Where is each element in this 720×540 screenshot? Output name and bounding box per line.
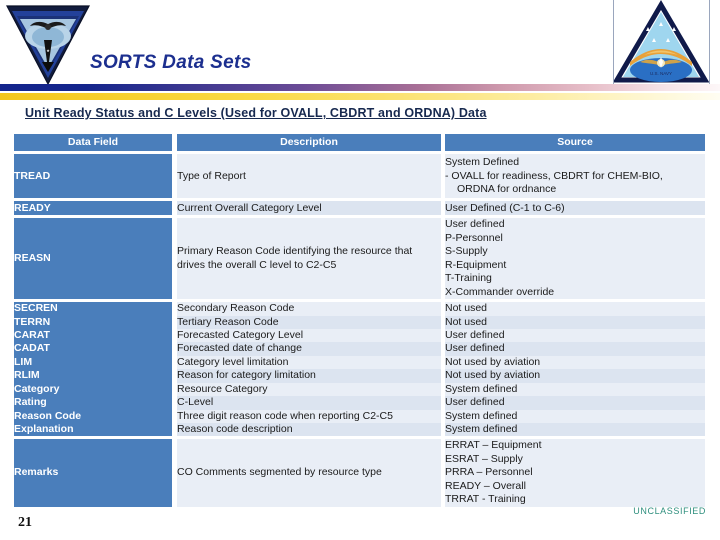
row-description: Forecasted date of change — [177, 342, 441, 356]
table-header-row: Data Field Description Source — [14, 134, 705, 152]
slide-header: ★ U.S. NAVY SORTS Data Sets — [0, 0, 720, 100]
row-field-label: TREAD — [14, 154, 172, 199]
source-line: T-Training — [445, 272, 492, 285]
column-header-description: Description — [177, 134, 441, 152]
row-source: Not used — [445, 302, 705, 316]
row-field-label: LIM — [14, 355, 172, 370]
column-header-data-field: Data Field — [14, 134, 172, 152]
row-source: User defined — [445, 396, 705, 410]
row-description: Secondary Reason Code — [177, 302, 441, 316]
source-line: R-Equipment — [445, 258, 507, 271]
source-line: READY – Overall — [445, 479, 526, 492]
page-title: SORTS Data Sets — [90, 52, 252, 73]
row-field-label: Explanation — [14, 423, 172, 437]
row-description: Type of Report — [177, 154, 441, 199]
table-row: CADAT Forecasted date of change User def… — [14, 342, 705, 356]
row-description: Reason for category limitation — [177, 369, 441, 383]
row-description: Primary Reason Code identifying the reso… — [177, 218, 441, 300]
table-row: READY Current Overall Category Level Use… — [14, 201, 705, 216]
table-row: Category Resource Category System define… — [14, 382, 705, 397]
header-accent-bar-secondary — [0, 93, 720, 100]
row-description: Forecasted Category Level — [177, 328, 441, 343]
table-row: SECREN Secondary Reason Code Not used — [14, 302, 705, 316]
row-field-label: CARAT — [14, 328, 172, 343]
row-field-label: Reason Code — [14, 409, 172, 423]
row-description: Tertiary Reason Code — [177, 315, 441, 329]
source-line: - OVALL for readiness, CBDRT for CHEM-BI… — [445, 169, 663, 182]
row-field-label: TERRN — [14, 315, 172, 329]
table-row: Reason Code Three digit reason code when… — [14, 409, 705, 423]
source-line: X-Commander override — [445, 285, 555, 298]
row-field-label: Remarks — [14, 439, 172, 507]
source-line: TRRAT - Training — [445, 493, 526, 506]
row-source: System defined — [445, 423, 705, 437]
table-row: REASN Primary Reason Code identifying th… — [14, 218, 705, 300]
row-source: System defined — [445, 382, 705, 397]
row-source: User defined P-Personnel S-Supply R-Equi… — [445, 218, 705, 300]
source-line: System Defined — [445, 156, 520, 169]
row-source: Not used by aviation — [445, 369, 705, 383]
row-description: C-Level — [177, 396, 441, 410]
source-line: ESRAT – Supply — [445, 452, 523, 465]
table-row: Explanation Reason code description Syst… — [14, 423, 705, 437]
source-line: User defined — [445, 218, 505, 231]
source-line: PRRA – Personnel — [445, 466, 533, 479]
row-source: User defined — [445, 342, 705, 356]
table-row: TREAD Type of Report System Defined - OV… — [14, 154, 705, 199]
row-field-label: Rating — [14, 396, 172, 410]
classification-marking: UNCLASSIFIED — [633, 506, 706, 516]
navy-unit-triangle-patch-icon: ★ — [6, 5, 90, 86]
row-source: Not used — [445, 315, 705, 329]
svg-text:★: ★ — [46, 48, 50, 53]
row-source: Not used by aviation — [445, 355, 705, 370]
row-description: Three digit reason code when reporting C… — [177, 409, 441, 423]
table-row: RLIM Reason for category limitation Not … — [14, 369, 705, 383]
sorts-data-table: Data Field Description Source TREAD Type… — [14, 134, 705, 507]
row-description: Category level limitation — [177, 355, 441, 370]
row-source: User defined — [445, 328, 705, 343]
row-source: System Defined - OVALL for readiness, CB… — [445, 154, 705, 199]
row-source: System defined — [445, 409, 705, 423]
source-line: ORDNA for ordnance — [457, 183, 557, 196]
row-field-label: SECREN — [14, 302, 172, 316]
svg-text:U.S. NAVY: U.S. NAVY — [650, 71, 672, 76]
row-field-label: Category — [14, 382, 172, 397]
row-source: ERRAT – Equipment ESRAT – Supply PRRA – … — [445, 439, 705, 507]
table-row: TERRN Tertiary Reason Code Not used — [14, 315, 705, 329]
row-source: User Defined (C-1 to C-6) — [445, 201, 705, 216]
table-row: CARAT Forecasted Category Level User def… — [14, 328, 705, 343]
source-line: ERRAT – Equipment — [445, 439, 542, 452]
row-description: Resource Category — [177, 382, 441, 397]
aviation-triangle-patch-icon: U.S. NAVY — [612, 0, 710, 90]
header-accent-bar-primary — [0, 84, 720, 91]
row-field-label: RLIM — [14, 369, 172, 383]
source-line: P-Personnel — [445, 231, 503, 244]
column-header-source: Source — [445, 134, 705, 152]
table-row: Remarks CO Comments segmented by resourc… — [14, 439, 705, 507]
row-field-label: REASN — [14, 218, 172, 300]
row-description: Current Overall Category Level — [177, 201, 441, 216]
section-heading: Unit Ready Status and C Levels (Used for… — [25, 106, 487, 120]
table-row: LIM Category level limitation Not used b… — [14, 355, 705, 370]
source-line: S-Supply — [445, 245, 488, 258]
row-field-label: READY — [14, 201, 172, 216]
table-row: Rating C-Level User defined — [14, 396, 705, 410]
row-description: Reason code description — [177, 423, 441, 437]
page-number: 21 — [18, 515, 32, 530]
row-field-label: CADAT — [14, 342, 172, 356]
row-description: CO Comments segmented by resource type — [177, 439, 441, 507]
